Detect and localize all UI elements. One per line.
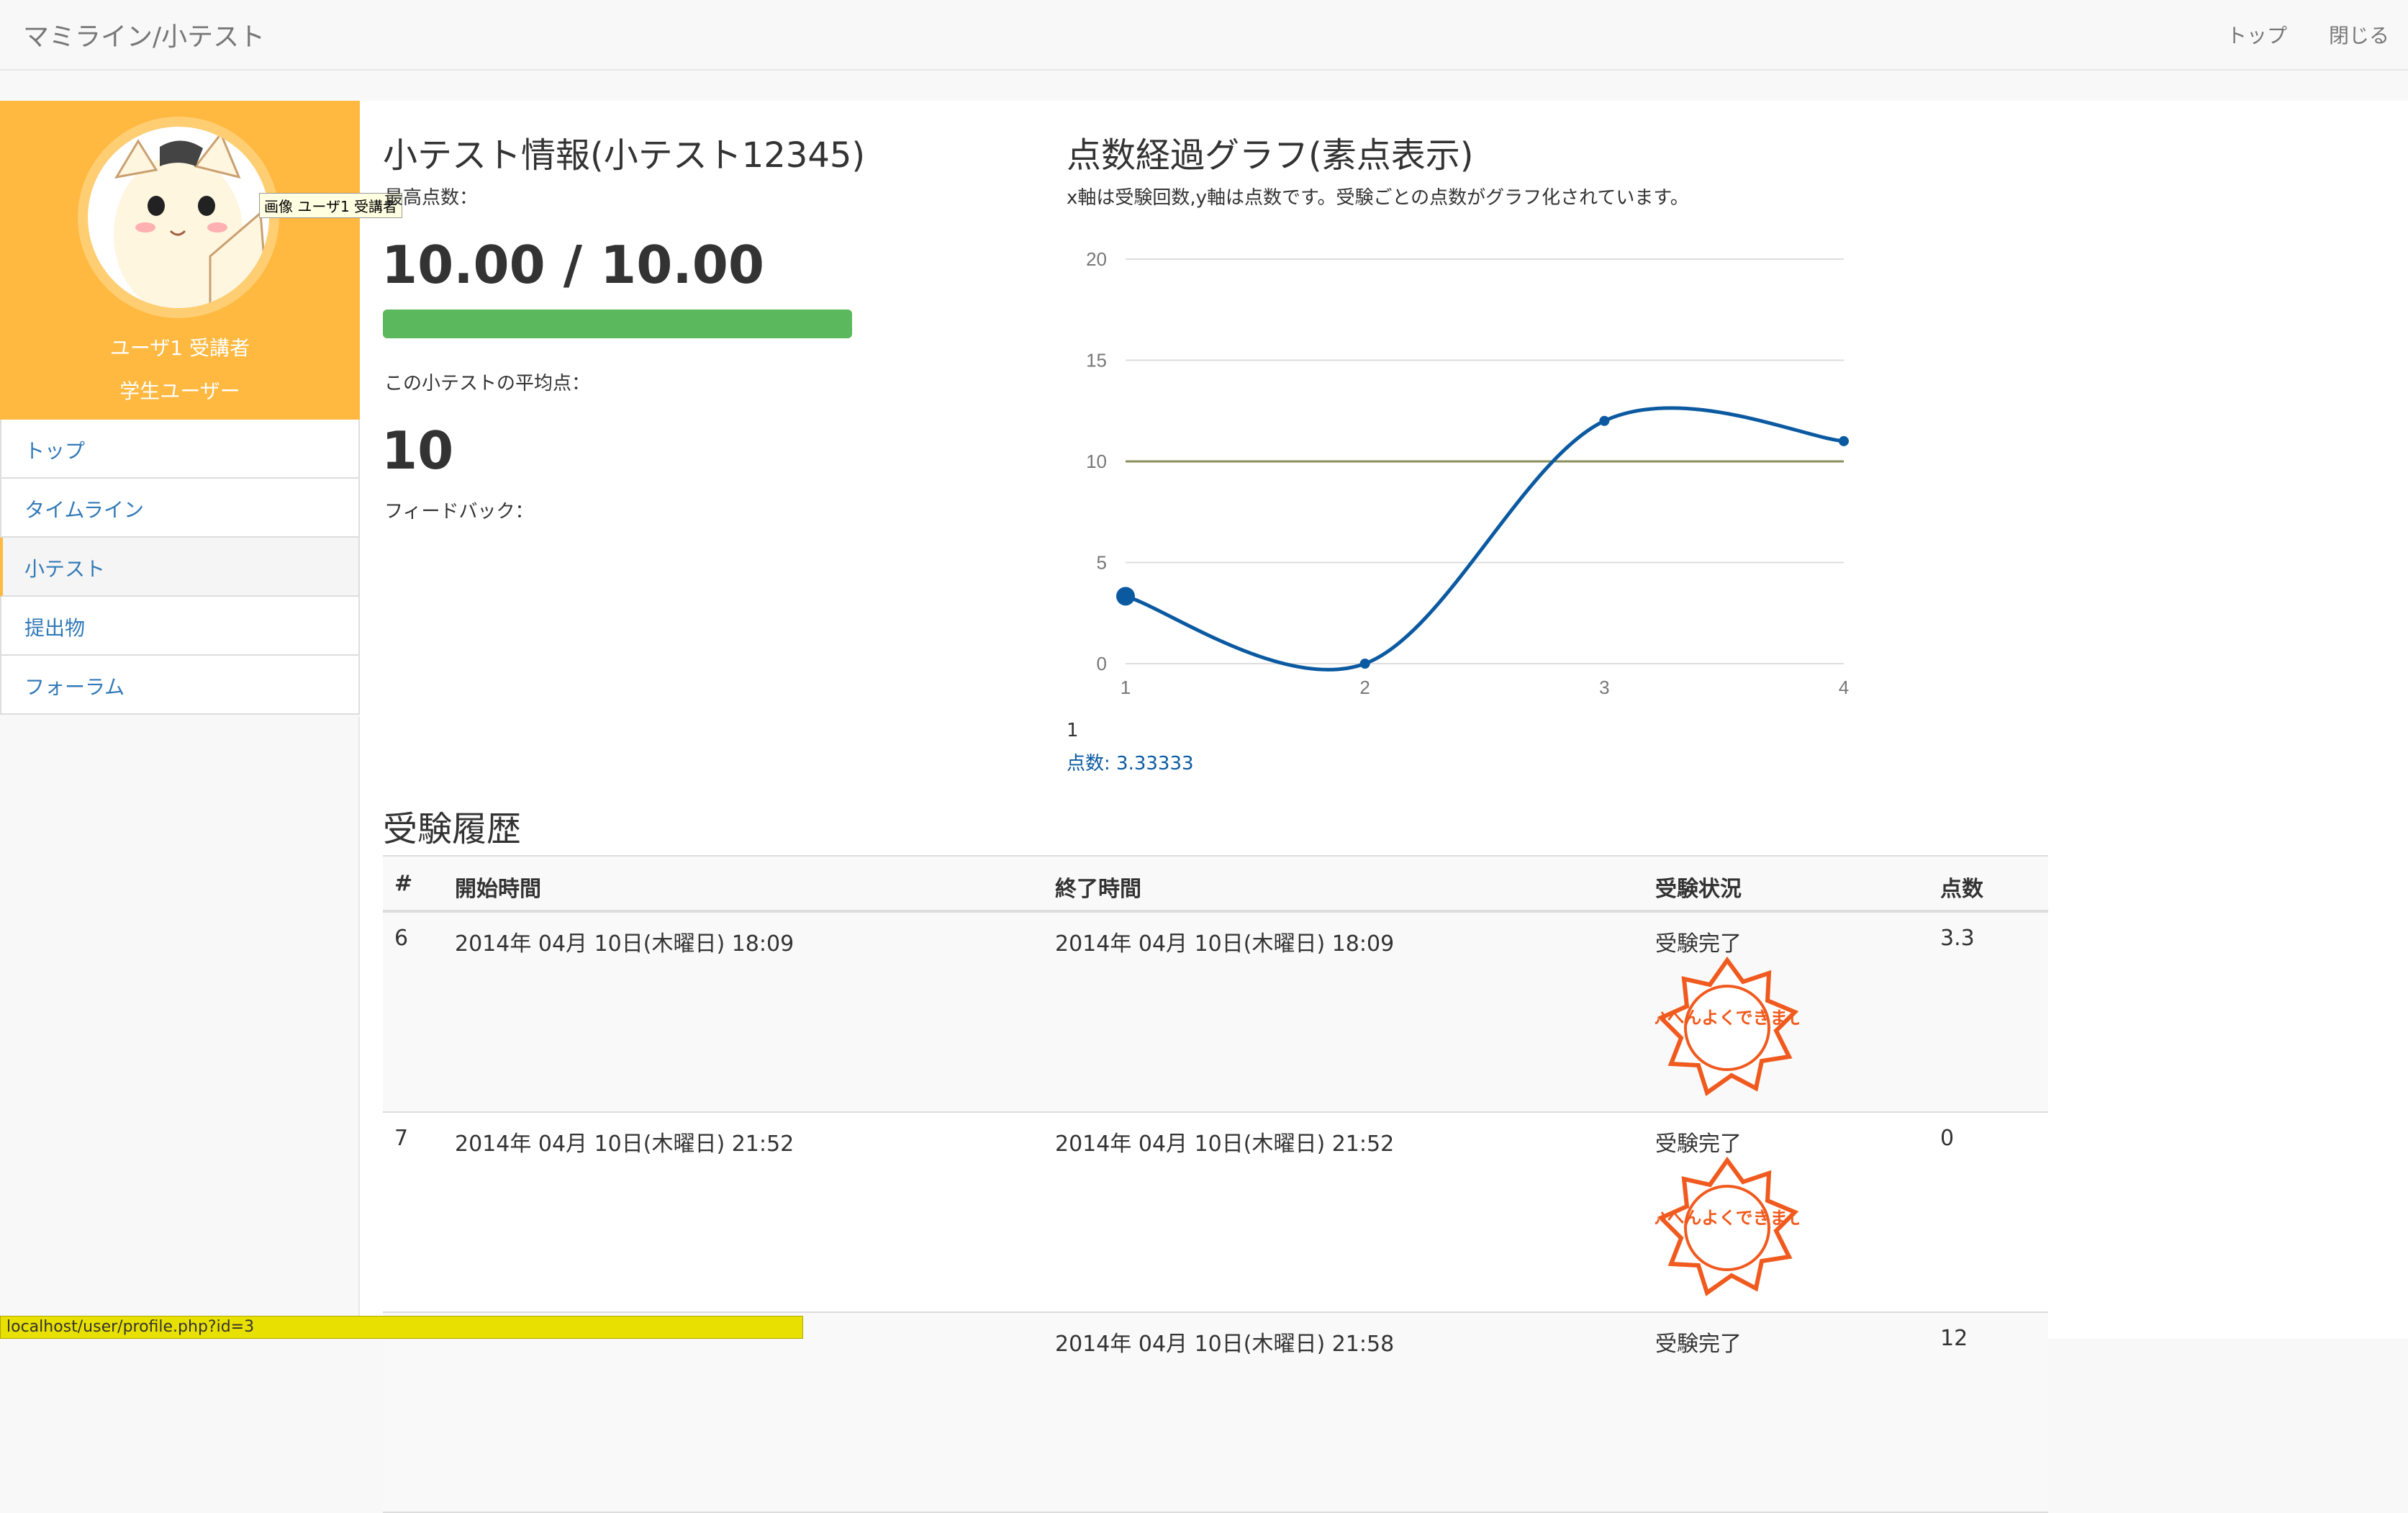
best-score-value: 10.00 / 10.00 <box>381 235 764 295</box>
table-row: 7 2014年 04月 10日(木曜日) 21:52 2014年 04月 10日… <box>383 1113 2048 1313</box>
row-start-time: 2014年 04月 10日(木曜日) 18:09 <box>455 931 795 957</box>
row-status: 受験完了 <box>1655 1332 1742 1357</box>
sidebar-item-label: フォーラム <box>24 675 125 699</box>
user-name[interactable]: ユーザ1 受講者 <box>0 333 360 361</box>
sidebar-item-submissions[interactable]: 提出物 <box>0 597 360 656</box>
browser-status-bar: localhost/user/profile.php?id=3 <box>0 1316 803 1339</box>
user-role: 学生ユーザー <box>119 379 240 403</box>
chart-tooltip-x: 1 <box>1067 720 1079 741</box>
top-navbar: マミライン/小テスト トップ 閉じる <box>0 0 2408 71</box>
sidebar-item-forum[interactable]: フォーラム <box>0 656 360 715</box>
score-line-chart: 0 5 10 15 20 1 2 3 4 <box>1086 248 1849 698</box>
row-number: 7 <box>394 1126 409 1151</box>
chart-y-tick-label: 15 <box>1086 350 1107 371</box>
chart-y-tick-label: 0 <box>1097 653 1107 674</box>
score-progress-bar <box>383 310 852 338</box>
best-score-label: 最高点数： <box>384 187 479 209</box>
table-row: 6 2014年 04月 10日(木曜日) 18:09 2014年 04月 10日… <box>383 913 2048 1113</box>
column-header: 点数 <box>1940 877 1983 902</box>
sidebar-item-quiz[interactable]: 小テスト <box>0 538 360 597</box>
chart-x-tick-label: 2 <box>1359 677 1370 698</box>
column-header: 受験状況 <box>1655 877 1742 902</box>
row-score: 3.3 <box>1940 926 1975 951</box>
stamp-text: たいへんよくできました <box>1655 1209 1799 1228</box>
row-start-time: 2014年 04月 10日(木曜日) 21:52 <box>455 1132 795 1157</box>
chart-data-point <box>1599 415 1610 426</box>
row-number: 6 <box>394 926 409 951</box>
graph-description: x軸は受験回数,y軸は点数です。受験ごとの点数がグラフ化されています。 <box>1067 187 1689 209</box>
nav-link-top[interactable]: トップ <box>2227 20 2287 49</box>
sidebar-item-label: 提出物 <box>24 616 86 640</box>
chart-tooltip-value: 点数: 3.33333 <box>1067 753 1194 774</box>
row-end-time: 2014年 04月 10日(木曜日) 18:09 <box>1055 931 1395 957</box>
column-header: 開始時間 <box>455 877 541 902</box>
sidebar-item-label: 小テスト <box>24 557 106 581</box>
chart-x-tick-label: 4 <box>1839 677 1849 698</box>
quiz-info-title: 小テスト情報(小テスト12345) <box>383 135 866 176</box>
nav-link-close[interactable]: 閉じる <box>2329 20 2389 49</box>
column-header: # <box>394 871 413 896</box>
sidebar-item-timeline[interactable]: タイムライン <box>0 479 360 538</box>
row-end-time: 2014年 04月 10日(木曜日) 21:58 <box>1055 1332 1395 1357</box>
avatar-image <box>88 127 269 308</box>
table-row: 2014年 04月 10日(木曜日) 21:58 受験完了 12 <box>383 1313 2048 1513</box>
stamp-icon: たいへんよくできました <box>1655 956 1799 1096</box>
chart-data-point <box>1839 435 1849 446</box>
average-score-value: 10 <box>381 420 454 481</box>
row-status: 受験完了 <box>1655 931 1742 957</box>
history-table: # 開始時間 終了時間 受験状況 点数 6 2014年 04月 10日(木曜日)… <box>383 855 2048 1513</box>
sidebar-item-top[interactable]: トップ <box>0 420 360 479</box>
stamp-icon: たいへんよくできました <box>1655 1156 1799 1296</box>
sidebar: 画像 ユーザ1 受講者 ユーザ1 受講者 学生ユーザー トップ タイムライン 小… <box>0 101 403 715</box>
chart-data-point <box>1359 659 1370 669</box>
history-title: 受験履歴 <box>383 809 522 849</box>
average-score-label: この小テストの平均点： <box>384 373 591 394</box>
sidebar-background <box>0 717 360 1339</box>
chart-x-tick-label: 1 <box>1121 677 1131 698</box>
cat-avatar-icon <box>114 132 269 308</box>
row-status: 受験完了 <box>1655 1132 1742 1157</box>
chart-data-point <box>1116 587 1135 606</box>
sidebar-item-label: タイムライン <box>24 498 145 522</box>
chart-y-tick-label: 5 <box>1097 552 1107 574</box>
column-header: 終了時間 <box>1055 877 1141 902</box>
graph-title: 点数経過グラフ(素点表示) <box>1067 135 1474 176</box>
table-header: # 開始時間 終了時間 受験状況 点数 <box>383 855 2048 913</box>
score-progress-fill <box>383 310 852 338</box>
feedback-label: フィードバック： <box>384 501 534 523</box>
avatar-tooltip: 画像 ユーザ1 受講者 <box>259 193 403 218</box>
profile-card: 画像 ユーザ1 受講者 ユーザ1 受講者 学生ユーザー <box>0 101 403 420</box>
row-end-time: 2014年 04月 10日(木曜日) 21:52 <box>1055 1132 1395 1157</box>
avatar[interactable] <box>78 117 279 318</box>
stamp-text: たいへんよくできました <box>1655 1008 1799 1028</box>
chart-y-tick-label: 10 <box>1086 451 1107 472</box>
chart-x-tick-label: 3 <box>1599 677 1609 698</box>
sidebar-item-label: トップ <box>24 439 86 463</box>
chart-series-line <box>1125 406 1845 672</box>
navbar-brand[interactable]: マミライン/小テスト <box>23 16 265 53</box>
row-score: 0 <box>1940 1126 1955 1151</box>
chart-y-tick-label: 20 <box>1086 248 1107 270</box>
